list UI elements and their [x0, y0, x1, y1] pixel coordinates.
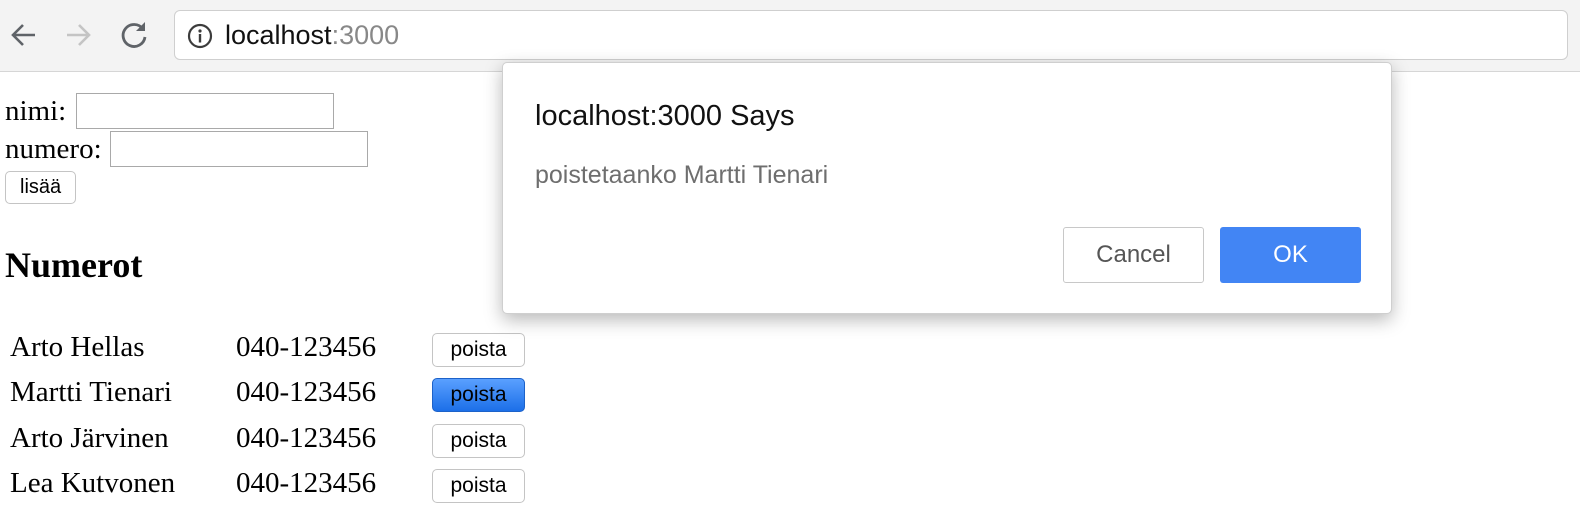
person-row: Arto Hellas 040-123456 poista — [10, 330, 550, 370]
back-button[interactable] — [4, 15, 44, 55]
name-row: nimi: — [5, 93, 335, 129]
dialog-title: localhost:3000 Says — [535, 100, 795, 132]
url-port: :3000 — [331, 20, 400, 50]
reload-button[interactable] — [114, 15, 154, 55]
arrow-right-icon — [67, 24, 91, 46]
add-button[interactable]: lisää — [5, 171, 77, 204]
person-row: Arto Järvinen 040-123456 poista — [10, 421, 550, 461]
info-icon — [187, 23, 213, 49]
confirm-dialog: localhost:3000 Says poistetaanko Martti … — [502, 62, 1392, 314]
ok-button[interactable]: OK — [1220, 227, 1361, 283]
person-row: Lea Kutvonen 040-123456 poista — [10, 466, 550, 506]
arrow-left-icon — [11, 24, 35, 46]
person-row: Martti Tienari 040-123456 poista — [10, 375, 550, 415]
person-number: 040-123456 — [236, 467, 377, 499]
person-number: 040-123456 — [236, 422, 377, 454]
address-bar[interactable]: localhost:3000 — [174, 10, 1568, 60]
number-input[interactable] — [109, 131, 368, 167]
url-text: localhost:3000 — [225, 20, 399, 50]
forward-button[interactable] — [58, 15, 98, 55]
person-name: Lea Kutvonen — [10, 467, 176, 499]
person-number: 040-123456 — [236, 376, 377, 408]
name-input[interactable] — [76, 93, 335, 129]
number-label: numero: — [5, 133, 102, 165]
person-name: Arto Hellas — [10, 331, 145, 363]
delete-button[interactable]: poista — [432, 378, 525, 412]
person-name: Martti Tienari — [10, 376, 172, 408]
page-title: Numerot — [5, 245, 143, 285]
delete-button[interactable]: poista — [432, 469, 525, 503]
person-name: Arto Järvinen — [10, 422, 169, 454]
delete-button[interactable]: poista — [432, 333, 525, 367]
delete-button[interactable]: poista — [432, 424, 525, 458]
cancel-button[interactable]: Cancel — [1063, 227, 1204, 283]
number-row: numero: — [5, 131, 368, 167]
name-label: nimi: — [5, 95, 67, 127]
url-host: localhost — [225, 20, 332, 50]
reload-icon — [121, 22, 147, 48]
dialog-message: poistetaanko Martti Tienari — [535, 161, 829, 189]
person-number: 040-123456 — [236, 331, 377, 363]
